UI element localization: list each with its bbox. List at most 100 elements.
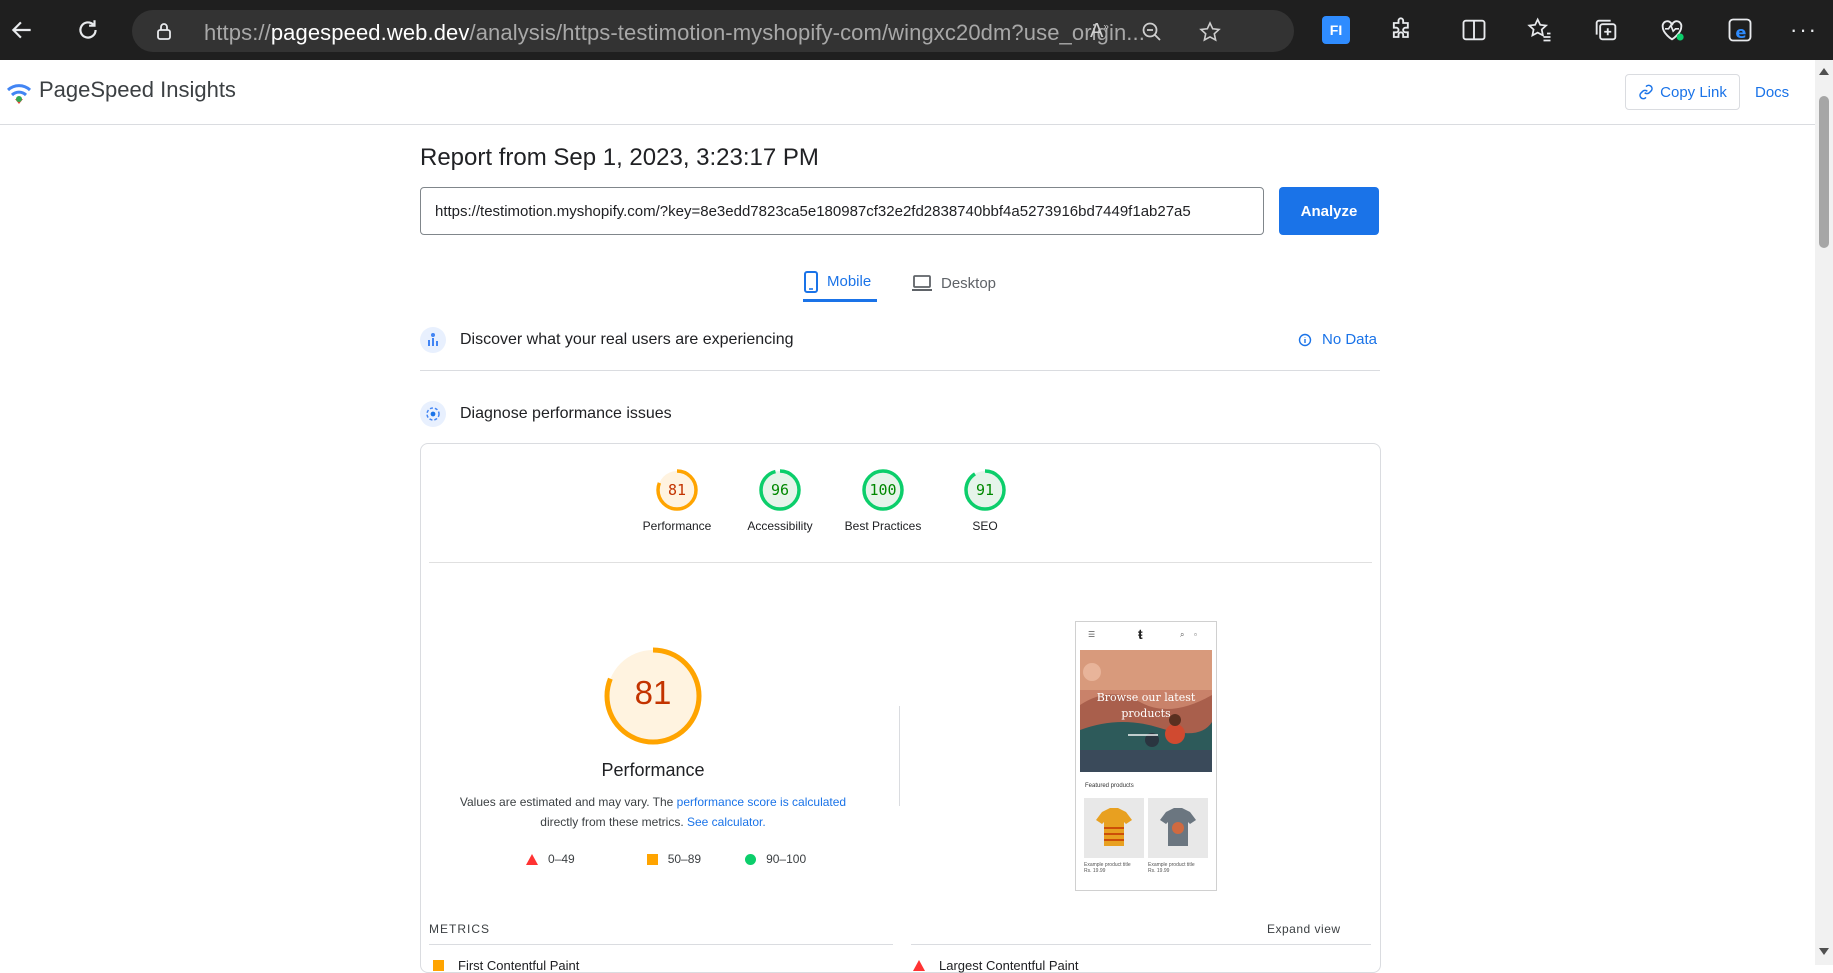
diagnose-section: Diagnose performance issues bbox=[420, 394, 1380, 434]
tab-desktop-label: Desktop bbox=[941, 274, 997, 292]
product-card-2 bbox=[1148, 798, 1208, 858]
scroll-up-arrow[interactable] bbox=[1819, 68, 1829, 75]
site-header: PageSpeed Insights Copy Link Docs bbox=[0, 60, 1815, 125]
triangle-icon bbox=[526, 853, 538, 865]
product-caption-2: Example product title Rs. 19.99 bbox=[1148, 862, 1195, 874]
users-chart-icon bbox=[420, 327, 446, 353]
docs-link[interactable]: Docs bbox=[1755, 84, 1789, 101]
legend-pass: 90–100 bbox=[745, 852, 806, 866]
expand-view-button[interactable]: Expand view bbox=[1267, 922, 1341, 936]
legend-fail-label: 0–49 bbox=[548, 852, 575, 866]
internet-explorer-icon[interactable]: e bbox=[1726, 16, 1754, 44]
triangle-icon bbox=[913, 960, 925, 971]
favorites-icon[interactable] bbox=[1526, 16, 1554, 44]
score-gauge-accessibility[interactable]: 96 Accessibility bbox=[720, 468, 840, 533]
reload-icon bbox=[79, 20, 97, 39]
browser-essentials-icon[interactable] bbox=[1658, 16, 1686, 44]
metrics-divider-right bbox=[911, 944, 1371, 945]
copy-link-button[interactable]: Copy Link bbox=[1625, 74, 1740, 110]
screenshot-nav: ☰ ŧ ⌕ ▫ bbox=[1076, 622, 1216, 650]
favorite-star-icon[interactable] bbox=[1198, 20, 1222, 44]
reload-button[interactable] bbox=[70, 12, 106, 48]
analyze-button[interactable]: Analyze bbox=[1279, 187, 1379, 235]
gauge-score: 91 bbox=[976, 481, 994, 499]
gauge-ring: 91 bbox=[964, 469, 1006, 511]
address-bar[interactable]: https://pagespeed.web.dev/analysis/https… bbox=[132, 10, 1294, 52]
store-logo-icon: ŧ bbox=[1138, 626, 1143, 642]
hero-text: Browse our latest products bbox=[1096, 691, 1196, 720]
metric-fcp: First Contentful Paint bbox=[433, 958, 579, 973]
legend-average-label: 50–89 bbox=[667, 852, 702, 866]
section-divider bbox=[420, 370, 1380, 371]
page-scrollbar[interactable] bbox=[1815, 60, 1833, 965]
tab-mobile-label: Mobile bbox=[827, 273, 872, 290]
scroll-down-arrow[interactable] bbox=[1819, 948, 1829, 955]
gauge-label: Performance bbox=[642, 519, 712, 533]
pagespeed-logo-icon bbox=[6, 84, 32, 104]
zoom-icon[interactable] bbox=[1140, 20, 1164, 44]
cart-icon: ▫ bbox=[1194, 630, 1197, 639]
note-text-2: directly from these metrics. bbox=[540, 815, 687, 829]
tab-mobile[interactable]: Mobile bbox=[803, 264, 877, 302]
gauge-ring: 81 bbox=[656, 469, 698, 511]
vertical-divider bbox=[899, 706, 900, 806]
square-icon bbox=[646, 853, 658, 865]
see-calculator-link[interactable]: See calculator. bbox=[687, 815, 766, 829]
browser-toolbar: https://pagespeed.web.dev/analysis/https… bbox=[0, 0, 1833, 60]
collections-icon[interactable] bbox=[1592, 16, 1620, 44]
score-gauge-performance[interactable]: 81 Performance bbox=[617, 468, 737, 533]
square-icon bbox=[433, 960, 444, 971]
extensions-puzzle-icon[interactable] bbox=[1388, 16, 1416, 44]
gauge-score: 96 bbox=[771, 481, 789, 499]
address-text: https://pagespeed.web.dev/analysis/https… bbox=[204, 20, 1145, 45]
score-note: Values are estimated and may vary. The p… bbox=[443, 792, 863, 832]
tshirt-grey-icon bbox=[1160, 808, 1196, 846]
scores-card: 81 Performance 96 Accessibility 100 Best Prac… bbox=[420, 443, 1381, 973]
score-gauge-seo[interactable]: 91 SEO bbox=[925, 468, 1045, 533]
search-icon: ⌕ bbox=[1180, 630, 1185, 639]
no-data-link[interactable]: No Data bbox=[1298, 331, 1377, 348]
tab-desktop[interactable]: Desktop bbox=[911, 264, 1007, 302]
score-calculated-link[interactable]: performance score is calculated bbox=[677, 795, 846, 809]
report-title: Report from Sep 1, 2023, 3:23:17 PM bbox=[420, 144, 819, 171]
product-card-1 bbox=[1084, 798, 1144, 858]
svg-text:e: e bbox=[1735, 23, 1746, 42]
legend-average: 50–89 bbox=[646, 852, 702, 866]
performance-label-large: Performance bbox=[601, 760, 705, 780]
copy-link-label: Copy Link bbox=[1660, 83, 1727, 101]
more-menu-icon[interactable]: ··· bbox=[1790, 16, 1818, 44]
field-data-title: Discover what your real users are experi… bbox=[460, 331, 794, 348]
legend-pass-label: 90–100 bbox=[766, 852, 807, 866]
mobile-phone-icon bbox=[804, 270, 818, 293]
note-text: Values are estimated and may vary. The bbox=[459, 795, 677, 809]
split-screen-icon[interactable] bbox=[1460, 16, 1488, 44]
gauge-label: SEO bbox=[972, 519, 998, 533]
card-divider bbox=[429, 562, 1372, 563]
gauge-score: 81 bbox=[668, 481, 686, 499]
metrics-divider-left bbox=[429, 944, 893, 945]
hamburger-icon: ☰ bbox=[1088, 630, 1096, 639]
extension-fi-icon[interactable]: FI bbox=[1322, 16, 1350, 44]
product-caption-1: Example product title Rs. 19.99 bbox=[1084, 862, 1131, 874]
url-input[interactable] bbox=[420, 187, 1264, 235]
product-price-2: Rs. 19.99 bbox=[1148, 868, 1170, 874]
final-screenshot: ☰ ŧ ⌕ ▫ Browse our latest products Featu… bbox=[1075, 621, 1217, 891]
brand-title[interactable]: PageSpeed Insights bbox=[39, 77, 236, 103]
metric-lcp: Largest Contentful Paint bbox=[913, 958, 1078, 973]
laptop-icon bbox=[912, 275, 932, 291]
back-button[interactable] bbox=[4, 12, 40, 48]
performance-score-large: 81 bbox=[634, 674, 672, 711]
gauge-label: Accessibility bbox=[747, 519, 813, 533]
screenshot-hero: Browse our latest products bbox=[1080, 650, 1212, 772]
link-icon bbox=[1639, 84, 1653, 100]
scroll-thumb[interactable] bbox=[1819, 96, 1829, 248]
gauge-ring: 100 bbox=[862, 469, 904, 511]
metrics-heading: METRICS bbox=[429, 922, 490, 936]
lab-data-icon bbox=[420, 401, 446, 427]
circle-icon bbox=[745, 853, 757, 865]
read-aloud-icon[interactable]: A» bbox=[1090, 20, 1114, 44]
legend-fail: 0–49 bbox=[526, 852, 575, 866]
featured-heading: Featured products bbox=[1085, 783, 1134, 789]
field-data-section: Discover what your real users are experi… bbox=[420, 320, 1380, 360]
gauge-ring: 96 bbox=[759, 469, 801, 511]
